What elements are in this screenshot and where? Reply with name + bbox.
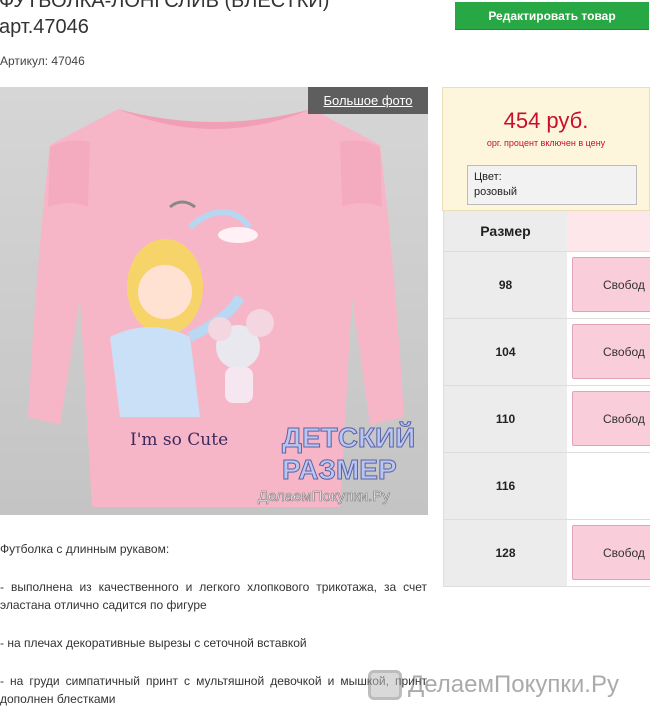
description-paragraph: Футболка с длинным рукавом: <box>0 542 170 556</box>
size-table-header: Размер <box>444 211 650 251</box>
color-select[interactable]: Цвет: розовый <box>467 165 637 205</box>
watermark: ДелаемПокупки.Ру <box>368 666 619 704</box>
product-photo[interactable]: I'm so Cute ДЕТСКИЙ РАЗМЕР ДелаемПокупки… <box>0 87 428 515</box>
product-article-title: арт.47046 <box>0 16 89 38</box>
price-value: 454 руб. <box>503 108 589 133</box>
product-title: ФУТБОЛКА-ЛОНГСЛИВ (БЛЕСТКИ) <box>0 0 330 12</box>
size-unavailable-slot <box>567 453 650 519</box>
logo-site-text: ДелаемПокупки.Ру <box>258 488 390 505</box>
description-paragraph: - на плечах декоративные вырезы с сеточн… <box>0 636 307 650</box>
color-label: Цвет: <box>474 171 502 183</box>
article-number: Артикул: 47046 <box>0 54 85 68</box>
table-row: 110 Свобод <box>444 385 650 452</box>
price-panel: 454 руб. орг. процент включен в цену Цве… <box>442 87 650 211</box>
size-available-button[interactable]: Свобод <box>572 525 650 580</box>
size-value: 104 <box>444 319 567 385</box>
logo-text-2: РАЗМЕР <box>282 454 397 485</box>
logo-text-1: ДЕТСКИЙ <box>282 421 415 453</box>
big-photo-link[interactable]: Большое фото <box>308 87 428 114</box>
table-row: 98 Свобод <box>444 251 650 318</box>
size-available-button[interactable]: Свобод <box>572 324 650 379</box>
description-paragraph: - на груди симпатичный принт с мультяшно… <box>0 674 427 706</box>
size-table: Размер 98 Свобод 104 Свобод 110 Свобод 1… <box>443 211 650 587</box>
edit-product-button[interactable]: Редактировать товар <box>455 2 649 30</box>
cart-icon <box>368 670 402 700</box>
size-value: 98 <box>444 252 567 318</box>
size-column-header: Размер <box>444 211 567 251</box>
price-note: орг. процент включен в цену <box>486 138 606 148</box>
size-available-button[interactable]: Свобод <box>572 257 650 312</box>
size-value: 110 <box>444 386 567 452</box>
description-paragraph: - выполнена из качественного и легкого х… <box>0 580 427 612</box>
shirt-illustration: I'm so Cute ДЕТСКИЙ РАЗМЕР ДелаемПокупки… <box>0 87 428 515</box>
size-value: 128 <box>444 520 567 586</box>
size-value: 116 <box>444 453 567 519</box>
color-value: розовый <box>474 186 518 198</box>
print-text: I'm so Cute <box>130 430 228 450</box>
product-description: Футболка с длинным рукавом: - выполнена … <box>0 540 427 728</box>
size-available-button[interactable]: Свобод <box>572 391 650 446</box>
table-row: 116 <box>444 452 650 519</box>
page-title: ФУТБОЛКА-ЛОНГСЛИВ (БЛЕСТКИ) арт.47046 <box>0 0 439 40</box>
watermark-text: ДелаемПокупки.Ру <box>408 671 619 698</box>
table-row: 128 Свобод <box>444 519 650 586</box>
table-row: 104 Свобод <box>444 318 650 385</box>
